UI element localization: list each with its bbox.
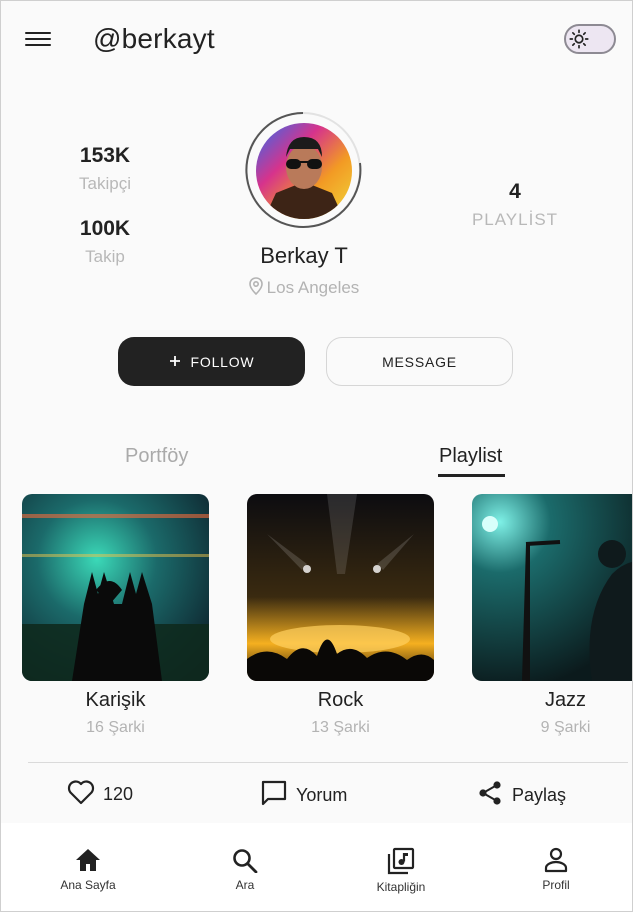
share-label: Paylaş [512,785,567,805]
share-button[interactable]: Paylaş [476,779,566,812]
profile-icon [544,847,568,873]
nav-home-label: Ana Sayfa [60,878,116,892]
playlists-label: PLAYLİST [471,210,559,229]
playlist-cover-image [472,494,632,681]
playlist-card-rock[interactable]: Rock 13 Şarki [247,494,434,737]
avatar[interactable] [256,123,352,219]
nav-profile-label: Profil [542,878,570,892]
followers-count: 153K [79,144,131,167]
sun-icon [568,28,590,50]
following-count: 100K [79,217,131,240]
comment-label: Yorum [296,785,348,805]
divider [28,762,628,763]
home-icon [76,849,100,871]
playlists-count: 4 [509,180,521,203]
followers-stat[interactable]: 153K Takipçi [45,144,165,194]
playlist-title: Jazz [544,689,587,711]
message-button[interactable]: MESSAGE [326,337,513,386]
comment-button[interactable]: Yorum [260,779,347,812]
profile-handle: @berkayt [93,23,215,54]
location-pin-icon [248,277,263,300]
like-button[interactable]: 120 [67,779,133,810]
playlist-card-karisik[interactable]: Karişik 16 Şarki [22,494,209,737]
follow-label: FOLLOW [190,353,255,370]
following-stat[interactable]: 100K Takip [45,217,165,267]
theme-toggle[interactable] [564,24,616,54]
profile-location: Los Angeles [204,277,404,300]
playlist-card-jazz[interactable]: Jazz 9 Şarki [472,494,632,737]
nav-search-label: Ara [235,878,255,892]
nav-library[interactable]: Kitapliğin [346,847,456,894]
playlist-song-count: 9 Şarki [540,719,591,736]
following-label: Takip [85,247,125,266]
playlist-cover-image [247,494,434,681]
followers-label: Takipçi [79,174,131,193]
library-music-icon [387,847,415,875]
plus-icon [169,354,181,370]
like-count: 120 [103,784,134,804]
active-tab-indicator [438,474,505,477]
playlist-cover-image [22,494,209,681]
tab-playlist[interactable]: Playlist [439,445,502,468]
search-icon [233,849,258,873]
bottom-navigation: Ana Sayfa Ara Kitapliğin Profil [1,823,632,911]
playlist-title: Karişik [85,689,146,711]
nav-home[interactable]: Ana Sayfa [33,847,143,892]
playlist-song-count: 13 Şarki [311,719,370,736]
nav-library-label: Kitapliğin [376,880,426,894]
nav-profile[interactable]: Profil [501,847,611,892]
location-text: Los Angeles [266,278,360,297]
app-screen: @berkayt 153K Takipçi 100K Takip 4 PLAYL… [0,0,633,912]
comment-icon [260,779,288,812]
playlist-song-count: 16 Şarki [86,719,145,736]
share-icon [476,779,504,812]
playlists-stat[interactable]: 4 PLAYLİST [455,180,575,230]
follow-button[interactable]: FOLLOW [118,337,305,386]
hamburger-menu-icon[interactable] [25,28,51,50]
profile-name: Berkay T [260,243,348,268]
heart-icon [67,779,95,810]
message-label: MESSAGE [382,353,457,370]
tab-portfoy[interactable]: Portföy [125,445,188,468]
playlist-title: Rock [317,689,364,711]
nav-search[interactable]: Ara [190,847,300,892]
